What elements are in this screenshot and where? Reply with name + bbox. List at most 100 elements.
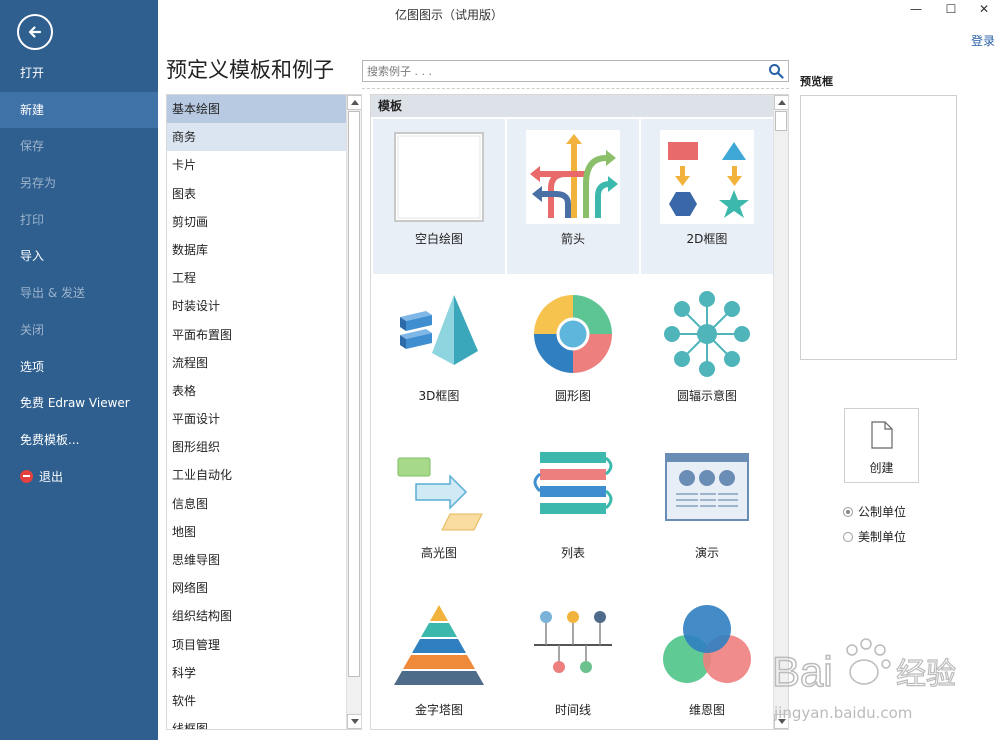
template-tile-list[interactable]: 列表 [507, 433, 639, 588]
unit-option-label: 美制单位 [858, 530, 907, 544]
menu-item-export-send[interactable]: 导出 & 发送 [0, 275, 158, 312]
unit-option-label: 公制单位 [858, 505, 907, 519]
menu-item-print[interactable]: 打印 [0, 202, 158, 239]
template-tile-label: 列表 [560, 546, 585, 560]
category-item[interactable]: 时装设计 [167, 292, 347, 320]
maximize-button[interactable]: ☐ [941, 2, 961, 18]
menu-item-exit-label: 退出 [39, 469, 64, 484]
highlight-diagram-icon [391, 443, 487, 539]
category-item[interactable]: 图形组织 [167, 433, 347, 461]
category-item[interactable]: 网络图 [167, 574, 347, 602]
category-item[interactable]: 工程 [167, 264, 347, 292]
close-button[interactable]: ✕ [974, 2, 994, 18]
category-item[interactable]: 软件 [167, 687, 347, 715]
template-tile-presentation[interactable]: 演示 [641, 433, 773, 588]
template-tile-3d-blocks[interactable]: 3D框图 [373, 276, 505, 431]
menu-item-free-templates[interactable]: 免费模板... [0, 422, 158, 459]
minimize-button[interactable]: — [906, 2, 926, 18]
template-tile-label: 时间线 [554, 703, 591, 717]
menu-item-options[interactable]: 选项 [0, 349, 158, 386]
template-tile-spoke[interactable]: 圆辐示意图 [641, 276, 773, 431]
category-item[interactable]: 基本绘图 [167, 95, 347, 124]
search-box [362, 60, 789, 82]
menu-item-open[interactable]: 打开 [0, 55, 158, 92]
backstage-sidebar: 打开 新建 保存 另存为 打印 导入 导出 & 发送 关闭 选项 免费 Edra… [0, 0, 158, 740]
list-diagram-icon [525, 443, 621, 539]
category-item[interactable]: 线框图 [167, 715, 347, 729]
2d-blocks-icon [659, 129, 755, 225]
category-item[interactable]: 信息图 [167, 490, 347, 518]
menu-item-save-as[interactable]: 另存为 [0, 165, 158, 202]
category-item[interactable]: 科学 [167, 659, 347, 687]
category-item[interactable]: 思维导图 [167, 546, 347, 574]
template-gallery: 模板 空白绘图 箭头 2D框图 3D框图 圆形图 圆辐示意图 高光图 列表 演示… [370, 94, 789, 730]
baidu-jingyan-watermark: Bai 经验 jingyan.baidu.com [770, 628, 995, 728]
template-tile-label: 高光图 [420, 546, 457, 560]
radio-button[interactable] [843, 531, 853, 542]
category-list: 基本绘图 商务 卡片 图表 剪切画 数据库 工程 时装设计 平面布置图 流程图 … [167, 95, 347, 729]
category-scrollbar[interactable] [346, 95, 361, 729]
template-tile-timeline[interactable]: 时间线 [507, 590, 639, 729]
template-tile-label: 箭头 [560, 232, 585, 246]
category-item[interactable]: 项目管理 [167, 631, 347, 659]
backstage-menu: 打开 新建 保存 另存为 打印 导入 导出 & 发送 关闭 选项 免费 Edra… [0, 55, 158, 495]
back-button[interactable] [17, 14, 53, 50]
category-item[interactable]: 数据库 [167, 236, 347, 264]
category-item[interactable]: 工业自动化 [167, 461, 347, 489]
template-tile-circular[interactable]: 圆形图 [507, 276, 639, 431]
template-tile-2d-blocks[interactable]: 2D框图 [641, 119, 773, 274]
template-tile-blank[interactable]: 空白绘图 [373, 119, 505, 274]
create-button-label: 创建 [869, 461, 894, 475]
pyramid-icon [391, 600, 487, 696]
menu-item-save[interactable]: 保存 [0, 128, 158, 165]
template-tile-label: 圆辐示意图 [676, 389, 737, 403]
unit-option-metric[interactable]: 公制单位 [843, 503, 906, 520]
category-item[interactable]: 剪切画 [167, 208, 347, 236]
gallery-scrollbar[interactable] [773, 95, 788, 729]
category-item[interactable]: 平面布置图 [167, 321, 347, 349]
login-link[interactable]: 登录 [971, 32, 995, 49]
menu-item-new[interactable]: 新建 [0, 91, 158, 129]
category-item[interactable]: 平面设计 [167, 405, 347, 433]
template-tile-pyramid[interactable]: 金字塔图 [373, 590, 505, 729]
exit-icon [20, 469, 33, 483]
menu-item-import[interactable]: 导入 [0, 238, 158, 275]
category-item[interactable]: 卡片 [167, 151, 347, 179]
radio-button-checked[interactable] [843, 506, 853, 517]
template-tile-highlight[interactable]: 高光图 [373, 433, 505, 588]
scroll-thumb[interactable] [348, 111, 360, 677]
scroll-up-button[interactable] [347, 95, 361, 110]
category-item[interactable]: 地图 [167, 518, 347, 546]
preview-box [800, 95, 957, 360]
scroll-down-button[interactable] [347, 714, 361, 729]
category-item[interactable]: 图表 [167, 180, 347, 208]
create-button[interactable]: 创建 [844, 408, 919, 483]
scroll-thumb[interactable] [775, 111, 787, 131]
menu-item-free-viewer[interactable]: 免费 Edraw Viewer [0, 385, 158, 422]
template-tile-arrows[interactable]: 箭头 [507, 119, 639, 274]
watermark-url: jingyan.baidu.com [773, 704, 912, 722]
scroll-down-button[interactable] [774, 714, 788, 729]
arrows-icon [525, 129, 621, 225]
category-item[interactable]: 商务 [167, 123, 347, 152]
paw-icon [846, 638, 891, 685]
3d-blocks-icon [391, 286, 487, 382]
search-input[interactable] [363, 61, 758, 81]
menu-item-exit[interactable]: 退出 [0, 459, 158, 496]
chevron-down-icon [777, 719, 786, 724]
template-tile-venn[interactable]: 维恩图 [641, 590, 773, 729]
unit-option-us[interactable]: 美制单位 [843, 528, 906, 545]
template-tile-label: 维恩图 [688, 703, 725, 717]
category-item[interactable]: 表格 [167, 377, 347, 405]
page-title: 预定义模板和例子 [166, 58, 334, 82]
search-icon[interactable] [768, 63, 784, 79]
presentation-icon [659, 443, 755, 539]
category-item[interactable]: 组织结构图 [167, 602, 347, 630]
back-arrow-icon [28, 26, 42, 38]
template-tile-label: 圆形图 [554, 389, 591, 403]
category-item[interactable]: 流程图 [167, 349, 347, 377]
template-tile-label: 空白绘图 [414, 232, 463, 246]
spoke-diagram-icon [659, 286, 755, 382]
menu-item-close[interactable]: 关闭 [0, 312, 158, 349]
scroll-up-button[interactable] [774, 95, 788, 110]
